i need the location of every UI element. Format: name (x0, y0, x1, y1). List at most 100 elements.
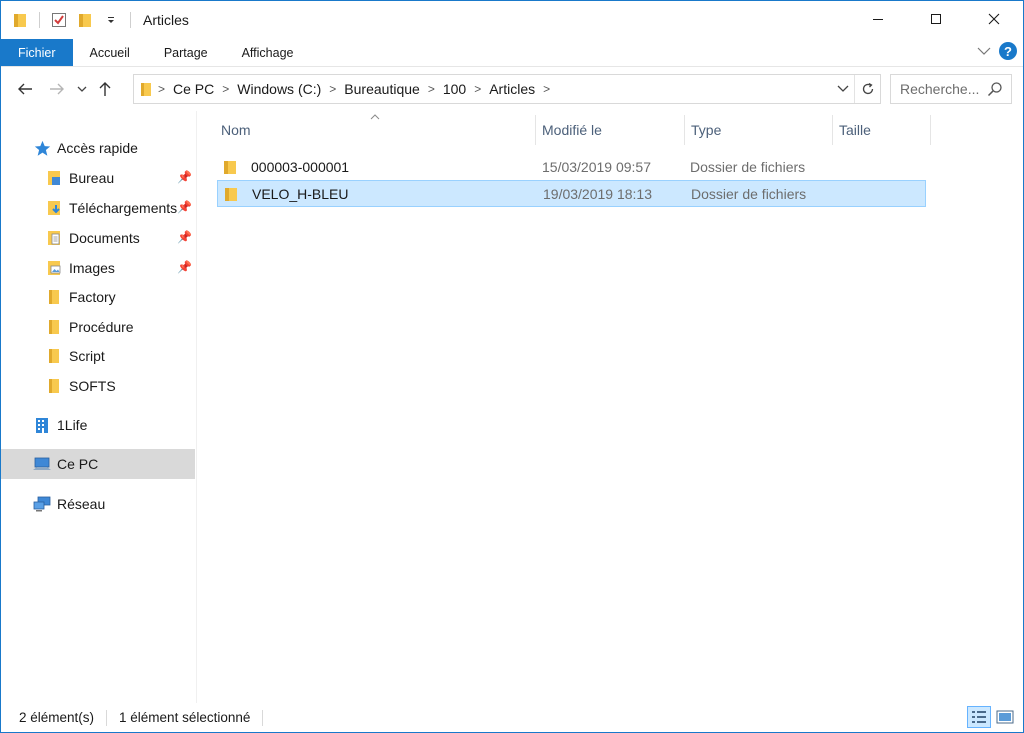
folder-icon (223, 159, 241, 175)
large-icons-view-button[interactable] (993, 706, 1017, 728)
folder-icon (11, 11, 29, 29)
file-name-cell: VELO_H-BLEU (224, 186, 348, 202)
arrow-left-icon (18, 83, 32, 95)
chevron-down-icon (837, 85, 849, 92)
chevron-right-icon[interactable]: > (426, 82, 437, 96)
forward-button[interactable] (41, 74, 73, 104)
column-header-taille[interactable]: Taille (833, 115, 930, 145)
help-icon[interactable]: ? (999, 42, 1017, 60)
status-bar: 2 élément(s) 1 élément sélectionné (1, 703, 1023, 732)
details-view-icon (972, 711, 986, 723)
large-icons-view-icon (996, 710, 1014, 724)
file-type: Dossier de fichiers (690, 158, 806, 175)
tab-accueil[interactable]: Accueil (73, 39, 147, 66)
address-bar-controls (832, 75, 880, 103)
breadcrumb-bureautique[interactable]: Bureautique (338, 81, 426, 97)
sidebar-item-ce-pc[interactable]: Ce PC (1, 449, 195, 479)
chevron-right-icon[interactable]: > (156, 82, 167, 96)
tab-affichage[interactable]: Affichage (225, 39, 311, 66)
sidebar-item-reseau[interactable]: Réseau (33, 489, 105, 519)
computer-icon (33, 455, 51, 473)
pin-icon[interactable]: 📌 (177, 200, 192, 214)
sidebar-item-label: Téléchargements (69, 200, 178, 216)
breadcrumb-windows-c[interactable]: Windows (C:) (231, 81, 327, 97)
breadcrumb-articles[interactable]: Articles (483, 81, 541, 97)
new-folder-icon[interactable] (76, 11, 94, 29)
expand-ribbon-chevron-icon[interactable] (977, 43, 991, 59)
arrow-right-icon (50, 83, 64, 95)
title-bar: Articles (1, 1, 1023, 39)
chevron-right-icon[interactable]: > (472, 82, 483, 96)
ribbon-right-controls: ? (977, 42, 1017, 60)
sidebar-item-label: Bureau (69, 170, 115, 186)
quick-access-toolbar: Articles (1, 1, 189, 39)
search-icon (987, 82, 1002, 97)
sidebar-item-label: Réseau (57, 496, 106, 512)
pin-icon[interactable]: 📌 (177, 230, 192, 244)
pictures-folder-icon (45, 259, 63, 277)
explorer-window: Articles Fichier Accueil Partage Afficha… (0, 0, 1024, 733)
column-header-nom[interactable]: Nom (215, 115, 535, 145)
sidebar-item-label: SOFTS (69, 378, 116, 394)
sidebar-item-1life[interactable]: 1Life (33, 410, 87, 440)
pin-icon[interactable]: 📌 (177, 170, 192, 184)
up-button[interactable] (91, 74, 119, 104)
column-header-type[interactable]: Type (685, 115, 832, 145)
downloads-folder-icon (45, 199, 63, 217)
table-row[interactable]: VELO_H-BLEU 19/03/2019 18:13 Dossier de … (217, 180, 926, 207)
properties-icon[interactable] (50, 11, 68, 29)
chevron-right-icon[interactable]: > (541, 82, 552, 96)
sidebar-item-procedure[interactable]: Procédure (45, 312, 134, 342)
refresh-button[interactable] (854, 75, 880, 103)
close-button[interactable] (965, 1, 1023, 37)
address-history-button[interactable] (832, 75, 854, 103)
sidebar-item-images[interactable]: Images 📌 (45, 253, 197, 283)
back-button[interactable] (9, 74, 41, 104)
folder-icon (45, 318, 63, 336)
search-input[interactable]: Recherche... (890, 74, 1012, 104)
chevron-right-icon[interactable]: > (327, 82, 338, 96)
sidebar-item-label: Images (69, 260, 115, 276)
documents-folder-icon (45, 229, 63, 247)
status-separator (262, 709, 264, 726)
navigation-bar: > Ce PC > Windows (C:) > Bureautique > 1… (1, 67, 1023, 111)
file-modified: 15/03/2019 09:57 (542, 158, 651, 175)
toolbar-separator (130, 12, 131, 28)
building-icon (33, 416, 51, 434)
maximize-button[interactable] (907, 1, 965, 37)
sidebar-item-script[interactable]: Script (45, 341, 105, 371)
breadcrumb-100[interactable]: 100 (437, 81, 472, 97)
toolbar-separator (39, 12, 40, 28)
details-view-button[interactable] (967, 706, 991, 728)
item-count: 2 élément(s) (19, 710, 95, 725)
sidebar-item-acces-rapide[interactable]: Accès rapide (33, 133, 138, 163)
customize-toolbar-icon[interactable] (102, 11, 120, 29)
sidebar-item-bureau[interactable]: Bureau 📌 (45, 163, 197, 193)
chevron-right-icon[interactable]: > (220, 82, 231, 96)
sidebar-item-telechargements[interactable]: Téléchargements 📌 (45, 193, 197, 223)
close-icon (988, 13, 1000, 25)
column-header-modifie-le[interactable]: Modifié le (536, 115, 684, 145)
sidebar-item-label: Script (69, 348, 105, 364)
pin-icon[interactable]: 📌 (177, 260, 192, 274)
star-icon (33, 139, 51, 157)
table-row[interactable]: 000003-000001 15/03/2019 09:57 Dossier d… (217, 153, 926, 180)
minimize-button[interactable] (849, 1, 907, 37)
navigation-pane: Accès rapide Bureau 📌 Téléchargements 📌 … (1, 111, 197, 703)
sidebar-item-documents[interactable]: Documents 📌 (45, 223, 197, 253)
tab-fichier[interactable]: Fichier (1, 39, 73, 66)
breadcrumb-ce-pc[interactable]: Ce PC (167, 81, 220, 97)
network-icon (33, 495, 51, 513)
status-separator (106, 709, 108, 726)
recent-locations-button[interactable] (73, 74, 91, 104)
column-separator[interactable] (930, 115, 931, 145)
address-bar[interactable]: > Ce PC > Windows (C:) > Bureautique > 1… (133, 74, 881, 104)
file-name-cell: 000003-000001 (223, 159, 349, 175)
file-name: VELO_H-BLEU (252, 185, 349, 202)
tab-partage[interactable]: Partage (147, 39, 225, 66)
folder-icon (45, 377, 63, 395)
sidebar-item-label: Accès rapide (57, 140, 138, 156)
sidebar-item-factory[interactable]: Factory (45, 282, 116, 312)
desktop-folder-icon (45, 169, 63, 187)
sidebar-item-softs[interactable]: SOFTS (45, 371, 116, 401)
